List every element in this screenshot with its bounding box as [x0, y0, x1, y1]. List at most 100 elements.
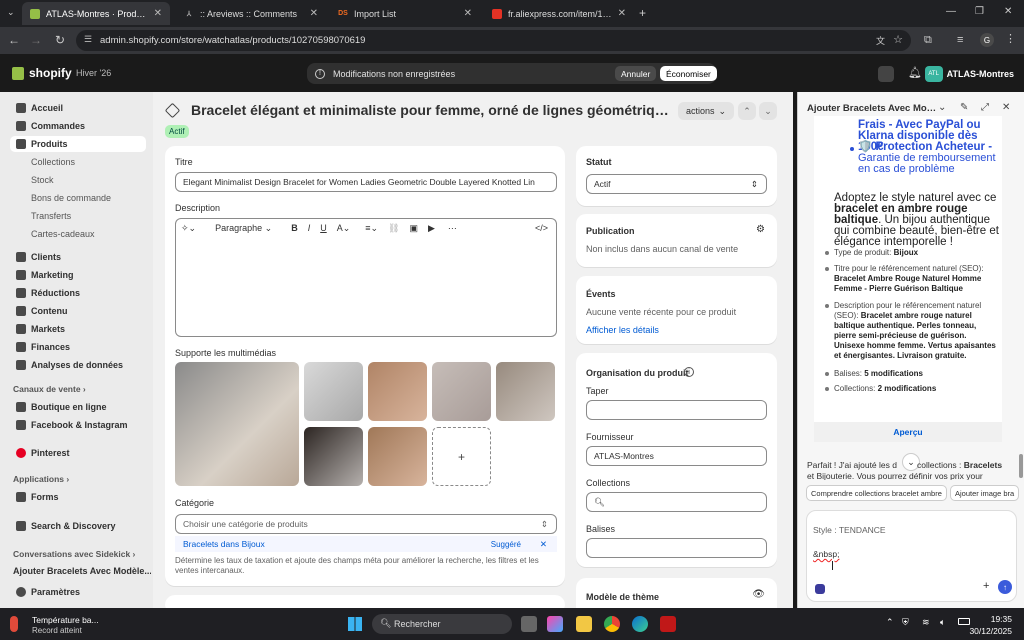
media-thumbnail[interactable] — [368, 362, 427, 421]
sidebar-item-contenu[interactable]: Contenu — [10, 303, 146, 319]
shopify-logo[interactable]: shopify — [12, 66, 72, 80]
sidebar-item-reductions[interactable]: Réductions — [10, 285, 146, 301]
store-menu[interactable]: ATL ATLAS-Montres — [924, 66, 1014, 82]
type-input[interactable] — [586, 400, 767, 420]
suggested-category-row[interactable]: Bracelets dans Bijoux Suggéré ✕ — [175, 536, 557, 552]
file-explorer-icon[interactable] — [576, 616, 592, 632]
close-window-icon[interactable]: ✕ — [1004, 6, 1012, 17]
tab-aliexpress[interactable]: fr.aliexpress.com/item/100500 ✕ — [484, 2, 634, 25]
sidebar-item-markets[interactable]: Markets — [10, 321, 146, 337]
eye-icon[interactable]: 👁︎ — [752, 589, 765, 600]
description-editor[interactable] — [175, 237, 557, 337]
clock-date[interactable]: 30/12/2025 — [969, 626, 1012, 636]
bell-icon[interactable]: 🔔︎ — [908, 66, 922, 79]
mcafee-icon[interactable] — [660, 616, 676, 632]
category-select[interactable]: Choisir une catégorie de produits ⇕ — [175, 514, 557, 534]
align-icon[interactable]: ≡⌄ — [365, 223, 378, 234]
extensions-icon[interactable]: ⧉ — [924, 34, 932, 47]
tab-shopify[interactable]: ATLAS-Montres · Produits · Eleg ✕ — [22, 2, 170, 25]
actions-menu-button[interactable]: actions ⌄ — [678, 102, 735, 120]
sidebar-item-facebook[interactable]: Facebook & Instagram — [10, 417, 146, 433]
close-icon[interactable]: ✕ — [310, 8, 318, 19]
add-media-button[interactable]: + — [432, 427, 491, 486]
prev-product-button[interactable]: ⌃ — [738, 102, 756, 120]
tab-areviews[interactable]: ⅄ :: Areviews :: Comments ✕ — [176, 2, 326, 25]
close-icon[interactable]: ✕ — [618, 8, 626, 19]
taskbar-search[interactable]: 🔍︎ Rechercher — [372, 614, 512, 634]
task-view-icon[interactable] — [521, 616, 537, 632]
close-icon[interactable]: ✕ — [464, 8, 472, 19]
reload-icon[interactable]: ↻ — [50, 33, 70, 47]
profile-avatar[interactable]: G — [980, 33, 994, 47]
new-chat-icon[interactable]: ✎ — [960, 102, 968, 113]
weather-title[interactable]: Température ba... — [32, 615, 99, 625]
copilot-icon[interactable] — [547, 616, 563, 632]
translate-icon[interactable]: 文 — [876, 34, 885, 47]
tab-list-icon[interactable]: ⌄ — [7, 7, 15, 18]
sidebar-item-clients[interactable]: Clients — [10, 249, 146, 265]
sidebar-item-transferts[interactable]: Transferts — [10, 208, 146, 224]
sidebar-item-forms[interactable]: Forms — [10, 489, 146, 505]
sidebar-item-boutique[interactable]: Boutique en ligne — [10, 399, 146, 415]
minimize-icon[interactable]: — — [946, 6, 956, 17]
maximize-icon[interactable]: ❐ — [975, 6, 984, 17]
sidebar-item-pinterest[interactable]: Pinterest — [10, 445, 146, 461]
expand-icon[interactable]: ⤢ — [981, 102, 989, 113]
dismiss-icon[interactable]: ✕ — [540, 539, 547, 550]
clock-time[interactable]: 19:35 — [991, 614, 1012, 624]
suggestion-chip[interactable]: Ajouter image bra — [950, 485, 1020, 501]
more-icon[interactable]: ⋯ — [448, 223, 457, 234]
product-tag-icon[interactable] — [164, 102, 181, 119]
sidebar-item-finances[interactable]: Finances — [10, 339, 146, 355]
image-icon[interactable]: ▣ — [409, 223, 418, 234]
status-select[interactable]: Actif ⇕ — [586, 174, 767, 194]
next-product-button[interactable]: ⌄ — [759, 102, 777, 120]
media-thumbnail[interactable] — [304, 362, 363, 421]
close-icon[interactable]: ✕ — [154, 8, 162, 19]
plus-icon[interactable]: + — [983, 580, 989, 592]
edge-icon[interactable] — [632, 616, 648, 632]
chevron-down-icon[interactable]: ⌄ — [938, 102, 946, 113]
panel-scrollbar[interactable] — [1019, 454, 1023, 478]
apps-heading[interactable]: Applications › — [13, 474, 69, 484]
media-thumbnail[interactable] — [432, 362, 491, 421]
sidebar-item-search-discovery[interactable]: Search & Discovery — [10, 518, 146, 534]
sidebar-item-accueil[interactable]: Accueil — [10, 100, 146, 116]
tray-chevron-icon[interactable]: ⌃ — [886, 617, 894, 628]
wifi-icon[interactable]: ≋ — [922, 617, 930, 628]
url-field[interactable]: ☰ admin.shopify.com/store/watchatlas/pro… — [76, 30, 911, 51]
sidebar-item-marketing[interactable]: Marketing — [10, 267, 146, 283]
close-icon[interactable]: ✕ — [1002, 102, 1010, 113]
info-icon[interactable]: i — [684, 367, 694, 377]
text-color-icon[interactable]: A⌄ — [337, 223, 351, 234]
sidebar-item-stock[interactable]: Stock — [10, 172, 146, 188]
shield-icon[interactable]: ⛨ — [902, 617, 909, 628]
media-thumbnail[interactable] — [368, 427, 427, 486]
media-main-image[interactable] — [175, 362, 299, 486]
bookmark-star-icon[interactable]: ☆ — [893, 33, 903, 46]
link-icon[interactable]: ⛓ — [388, 223, 399, 234]
sidebar-item-produits[interactable]: Produits — [10, 136, 146, 152]
title-input[interactable]: Elegant Minimalist Design Bracelet for W… — [175, 172, 557, 192]
video-icon[interactable]: ▶ — [428, 223, 435, 234]
italic-icon[interactable]: I — [308, 223, 311, 233]
paragraph-select[interactable]: Paragraphe ⌄ — [215, 223, 272, 234]
windows-start-icon[interactable] — [348, 617, 362, 631]
magic-icon[interactable]: ✧⌄ — [181, 223, 196, 234]
forward-icon[interactable]: → — [26, 33, 46, 47]
underline-icon[interactable]: U — [320, 223, 327, 233]
send-button[interactable]: ↑ — [998, 580, 1012, 594]
sidebar-item-conversation[interactable]: Ajouter Bracelets Avec Modèle... — [6, 563, 151, 579]
view-details-link[interactable]: Afficher les détails — [586, 325, 659, 335]
sidebar-item-collections[interactable]: Collections — [10, 154, 146, 170]
thermometer-icon[interactable] — [10, 616, 18, 632]
speaker-icon[interactable]: 🔈︎ — [940, 617, 945, 628]
discard-button[interactable]: Annuler — [615, 66, 657, 81]
sidebar-item-analyses[interactable]: Analyses de données — [10, 357, 146, 373]
save-button[interactable]: Économiser — [660, 66, 717, 81]
back-icon[interactable]: ← — [4, 33, 24, 47]
preview-button[interactable]: Aperçu — [814, 422, 1002, 442]
code-icon[interactable]: </> — [535, 223, 548, 233]
media-icon[interactable]: ≡ — [957, 34, 963, 46]
sales-channels-heading[interactable]: Canaux de vente › — [13, 384, 86, 394]
